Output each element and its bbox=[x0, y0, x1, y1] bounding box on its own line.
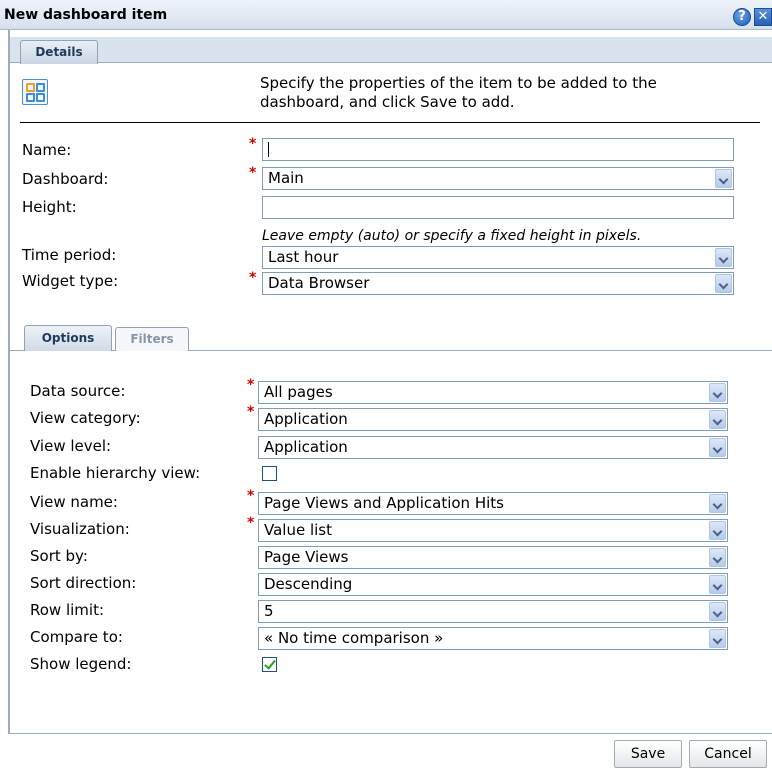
time-period-label: Time period: bbox=[22, 246, 117, 264]
sort-direction-select[interactable]: Descending bbox=[258, 573, 728, 596]
hierarchy-view-checkbox[interactable] bbox=[262, 466, 277, 481]
name-label: Name: bbox=[22, 141, 72, 159]
tab-options[interactable]: Options bbox=[24, 325, 112, 351]
show-legend-checkbox[interactable] bbox=[262, 657, 277, 672]
required-marker: * bbox=[249, 136, 257, 152]
chevron-down-icon[interactable] bbox=[709, 521, 726, 540]
new-dashboard-item-dialog: New dashboard item ? ✕ Details Specify t… bbox=[0, 0, 772, 778]
show-legend-label: Show legend: bbox=[30, 655, 132, 673]
tab-filters[interactable]: Filters bbox=[115, 327, 189, 351]
compare-to-label: Compare to: bbox=[30, 628, 123, 646]
chevron-down-icon[interactable] bbox=[709, 438, 726, 457]
dialog-title: New dashboard item bbox=[4, 7, 168, 23]
chevron-down-icon[interactable] bbox=[709, 575, 726, 594]
footer-separator bbox=[10, 733, 772, 734]
required-marker: * bbox=[247, 488, 255, 504]
dashboard-label: Dashboard: bbox=[22, 170, 109, 188]
visualization-select[interactable]: Value list bbox=[258, 519, 728, 542]
data-source-select[interactable]: All pages bbox=[258, 381, 728, 404]
visualization-label: Visualization: bbox=[30, 520, 130, 538]
chevron-down-icon[interactable] bbox=[709, 548, 726, 567]
chevron-down-icon[interactable] bbox=[709, 629, 726, 648]
required-marker: * bbox=[247, 404, 255, 420]
title-bar: New dashboard item ? ✕ bbox=[0, 0, 772, 30]
name-input[interactable] bbox=[262, 138, 734, 161]
time-period-select[interactable]: Last hour bbox=[262, 246, 734, 269]
required-marker: * bbox=[247, 515, 255, 531]
required-marker: * bbox=[247, 377, 255, 393]
sort-by-select[interactable]: Page Views bbox=[258, 546, 728, 569]
height-hint: Leave empty (auto) or specify a fixed he… bbox=[262, 228, 642, 244]
close-icon[interactable]: ✕ bbox=[754, 8, 772, 26]
view-category-select[interactable]: Application bbox=[258, 408, 728, 431]
height-label: Height: bbox=[22, 198, 77, 216]
chevron-down-icon[interactable] bbox=[709, 494, 726, 513]
chevron-down-icon[interactable] bbox=[715, 274, 732, 293]
chevron-down-icon[interactable] bbox=[715, 248, 732, 267]
compare-to-select[interactable]: « No time comparison » bbox=[258, 627, 728, 650]
required-marker: * bbox=[249, 270, 257, 286]
height-input[interactable] bbox=[262, 196, 734, 219]
row-limit-label: Row limit: bbox=[30, 601, 105, 619]
save-button[interactable]: Save bbox=[614, 740, 682, 768]
chevron-down-icon[interactable] bbox=[709, 383, 726, 402]
cancel-button[interactable]: Cancel bbox=[689, 740, 767, 768]
chevron-down-icon[interactable] bbox=[709, 602, 726, 621]
row-limit-select[interactable]: 5 bbox=[258, 600, 728, 623]
hierarchy-view-label: Enable hierarchy view: bbox=[30, 464, 201, 482]
chevron-down-icon[interactable] bbox=[715, 169, 732, 188]
view-level-label: View level: bbox=[30, 437, 112, 455]
intro-text: Specify the properties of the item to be… bbox=[260, 74, 657, 111]
details-tab-strip bbox=[10, 37, 772, 63]
help-icon[interactable]: ? bbox=[733, 8, 751, 26]
separator bbox=[20, 122, 760, 123]
view-level-select[interactable]: Application bbox=[258, 436, 728, 459]
dashboard-grid-icon bbox=[22, 79, 48, 105]
view-name-select[interactable]: Page Views and Application Hits bbox=[258, 492, 728, 515]
sort-direction-label: Sort direction: bbox=[30, 574, 137, 592]
sort-by-label: Sort by: bbox=[30, 547, 88, 565]
required-marker: * bbox=[249, 165, 257, 181]
chevron-down-icon[interactable] bbox=[709, 410, 726, 429]
data-source-label: Data source: bbox=[30, 382, 126, 400]
view-category-label: View category: bbox=[30, 409, 141, 427]
dialog-left-border bbox=[8, 30, 10, 734]
dashboard-select[interactable]: Main bbox=[262, 167, 734, 190]
view-name-label: View name: bbox=[30, 493, 118, 511]
tab-details[interactable]: Details bbox=[20, 40, 98, 64]
widget-type-label: Widget type: bbox=[22, 272, 119, 290]
widget-type-select[interactable]: Data Browser bbox=[262, 272, 734, 295]
